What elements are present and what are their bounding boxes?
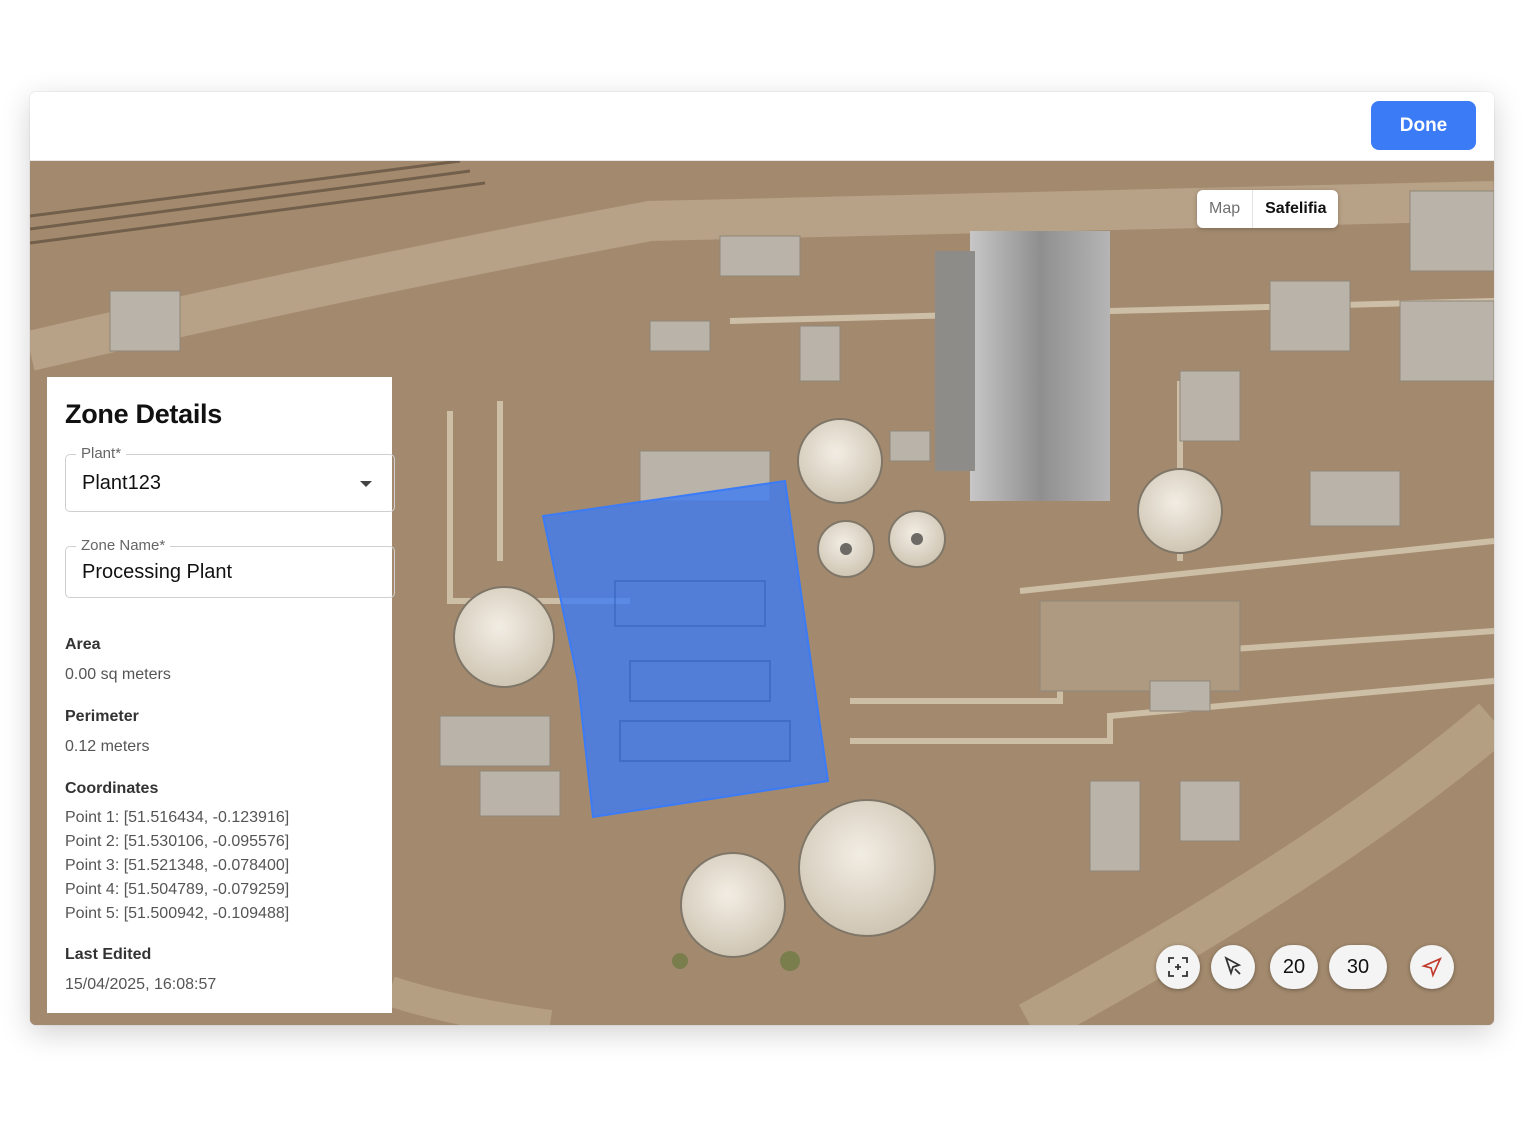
plant-label: Plant*	[76, 445, 127, 462]
navigation-arrow-icon	[1421, 957, 1442, 978]
zoom-30-label: 30	[1346, 955, 1370, 978]
coordinate-point: Point 2: [51.530106, -0.095576]	[65, 833, 290, 850]
coordinates-section: Coordinates Point 1: [51.516434, -0.1239…	[65, 780, 374, 926]
last-edited-value: 15/04/2025, 16:08:57	[65, 976, 217, 993]
zone-name-value[interactable]: Processing Plant	[82, 561, 232, 584]
zone-name-field[interactable]: Zone Name* Processing Plant	[65, 537, 395, 598]
zoom-20-label: 20	[1282, 955, 1306, 978]
last-edited-label: Last Edited	[65, 946, 152, 963]
area-section: Area 0.00 sq meters	[65, 636, 374, 684]
satellite-map[interactable]: Map Safelifia Zone Details Plant* Plant1…	[30, 161, 1494, 1025]
area-value: 0.00 sq meters	[65, 666, 171, 683]
pointer-cursor-icon	[1224, 956, 1242, 976]
dropdown-caret-icon[interactable]	[360, 481, 372, 487]
zone-details-panel: Zone Details Plant* Plant123 Zone Name* …	[47, 377, 395, 1013]
plant-select[interactable]: Plant* Plant123	[65, 445, 395, 512]
last-edited-section: Last Edited 15/04/2025, 16:08:57	[65, 946, 374, 994]
map-type-map-option[interactable]: Map	[1197, 190, 1254, 228]
perimeter-value: 0.12 meters	[65, 738, 150, 755]
locate-button[interactable]	[1410, 945, 1454, 989]
area-label: Area	[65, 636, 101, 653]
select-tool-button[interactable]	[1211, 945, 1255, 989]
perimeter-label: Perimeter	[65, 708, 139, 725]
map-type-toggle: Map Safelifia	[1197, 190, 1339, 228]
zone-name-label: Zone Name*	[76, 537, 171, 554]
zone-editor-window: Done Map Safelifia Zone Details Plant* P…	[30, 92, 1494, 1025]
coordinate-point: Point 3: [51.521348, -0.078400]	[65, 857, 290, 874]
plant-value: Plant123	[82, 472, 161, 494]
fit-bounds-icon	[1168, 957, 1188, 977]
zoom-20-button[interactable]: 20	[1270, 945, 1318, 989]
coordinate-point: Point 1: [51.516434, -0.123916]	[65, 809, 290, 826]
perimeter-section: Perimeter 0.12 meters	[65, 708, 374, 756]
coordinate-point: Point 4: [51.504789, -0.079259]	[65, 881, 290, 898]
coordinate-point: Point 5: [51.500942, -0.109488]	[65, 905, 290, 922]
coordinates-label: Coordinates	[65, 780, 159, 797]
map-type-satellite-option[interactable]: Safelifia	[1253, 190, 1338, 228]
fit-bounds-button[interactable]	[1156, 945, 1200, 989]
panel-title: Zone Details	[65, 399, 222, 429]
done-button[interactable]: Done	[1371, 101, 1476, 150]
zoom-30-button[interactable]: 30	[1329, 945, 1387, 989]
top-bar: Done	[30, 92, 1494, 161]
